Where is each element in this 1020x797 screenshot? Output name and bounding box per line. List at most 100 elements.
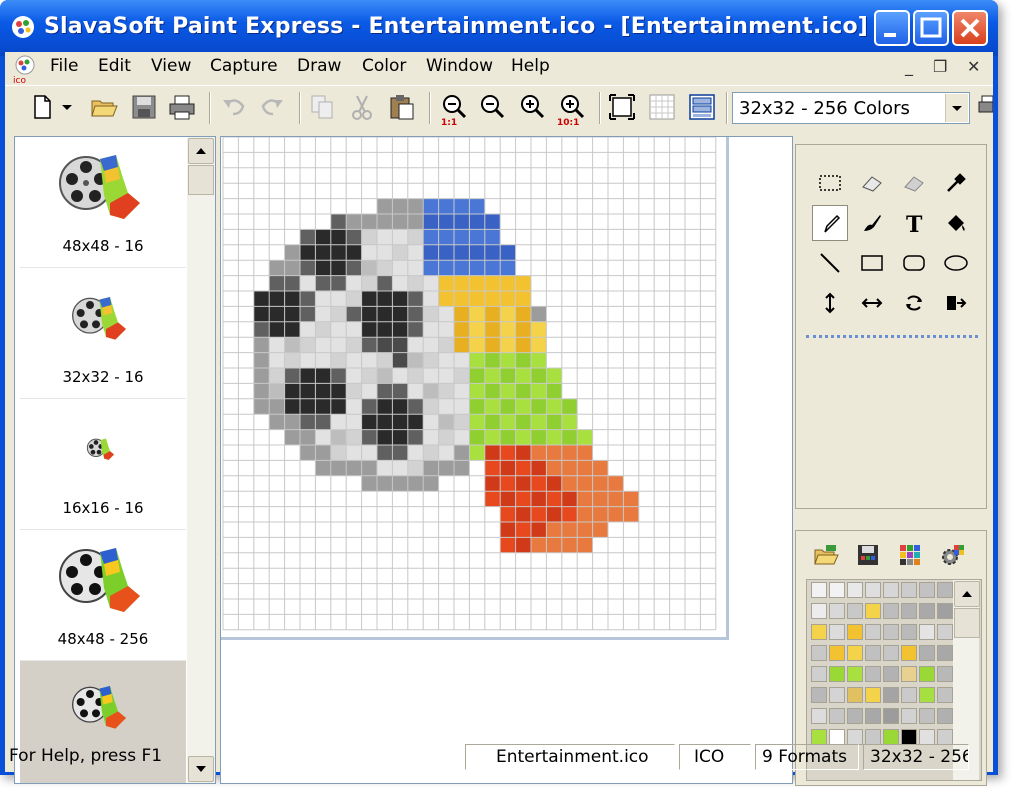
mdi-minimize-button[interactable]: _	[905, 57, 913, 76]
tool-fill[interactable]	[938, 205, 974, 241]
palette-swatch[interactable]	[829, 582, 845, 598]
palette-swatch[interactable]	[883, 708, 899, 724]
palette-swatch[interactable]	[829, 708, 845, 724]
dropdown-arrow-icon[interactable]	[59, 92, 75, 122]
palette-swatch[interactable]	[919, 624, 935, 640]
palette-swatch[interactable]	[847, 624, 863, 640]
format-combo-dropdown-button[interactable]	[945, 94, 968, 122]
palette-swatch[interactable]	[901, 582, 917, 598]
palette-swatch[interactable]	[847, 708, 863, 724]
palette-swatch[interactable]	[901, 708, 917, 724]
palette-grid-icon[interactable]	[896, 541, 924, 569]
menu-help[interactable]: Help	[511, 56, 550, 76]
tool-pencil[interactable]	[812, 205, 848, 241]
copy-icon[interactable]	[307, 92, 337, 122]
tool-line[interactable]	[812, 245, 848, 281]
palette-swatch[interactable]	[937, 624, 953, 640]
palette-swatch[interactable]	[919, 666, 935, 682]
tool-eyedropper[interactable]	[938, 165, 974, 201]
palette-swatch[interactable]	[919, 687, 935, 703]
palette-swatch[interactable]	[865, 645, 881, 661]
palette-scroll-up-button[interactable]	[954, 581, 980, 607]
palette-swatch[interactable]	[811, 645, 827, 661]
redo-icon[interactable]	[257, 92, 287, 122]
palette-swatch[interactable]	[811, 666, 827, 682]
palette-swatch[interactable]	[865, 603, 881, 619]
palette-swatch[interactable]	[847, 582, 863, 598]
menu-edit[interactable]: Edit	[98, 56, 131, 76]
zoom-actual-icon[interactable]: 1:1	[439, 92, 469, 126]
palette-swatch[interactable]	[937, 603, 953, 619]
save-palette-icon[interactable]	[854, 541, 882, 569]
palette-swatch[interactable]	[919, 708, 935, 724]
undo-icon[interactable]	[219, 92, 249, 122]
zoom-10x-icon[interactable]: 10:1	[557, 92, 587, 126]
menu-draw[interactable]: Draw	[297, 56, 341, 76]
palette-swatch[interactable]	[811, 687, 827, 703]
tool-flip-vertical[interactable]	[812, 285, 848, 321]
format-item[interactable]: 48x48 - 16	[20, 137, 186, 268]
cut-icon[interactable]	[347, 92, 377, 122]
scroll-thumb[interactable]	[188, 165, 214, 195]
zoom-in-icon[interactable]	[517, 92, 547, 122]
palette-swatch[interactable]	[829, 603, 845, 619]
palette-swatch[interactable]	[865, 582, 881, 598]
palette-swatch[interactable]	[883, 603, 899, 619]
tool-brush[interactable]	[854, 205, 890, 241]
new-icon[interactable]	[27, 92, 57, 122]
palette-swatch[interactable]	[901, 603, 917, 619]
format-item[interactable]: 32x32 - 16	[20, 268, 186, 399]
palette-swatch[interactable]	[883, 582, 899, 598]
palette-swatch[interactable]	[883, 624, 899, 640]
menu-view[interactable]: View	[151, 56, 191, 76]
palette-swatch[interactable]	[811, 624, 827, 640]
tool-rectangle[interactable]	[854, 245, 890, 281]
palette-swatch[interactable]	[829, 687, 845, 703]
palette-swatch[interactable]	[919, 645, 935, 661]
palette-swatch[interactable]	[811, 603, 827, 619]
save-icon[interactable]	[129, 92, 159, 122]
palette-swatch[interactable]	[901, 687, 917, 703]
palette-swatch[interactable]	[937, 645, 953, 661]
document-ico-icon[interactable]: ico	[10, 54, 40, 84]
palette-swatch[interactable]	[829, 645, 845, 661]
tool-color-eraser[interactable]	[896, 165, 932, 201]
palette-swatch[interactable]	[865, 687, 881, 703]
palette-swatch[interactable]	[937, 708, 953, 724]
palette-swatch[interactable]	[811, 582, 827, 598]
title-bar[interactable]: SlavaSoft Paint Express - Entertainment.…	[0, 0, 998, 56]
menu-file[interactable]: File	[50, 56, 78, 76]
tool-text[interactable]: T	[896, 205, 932, 241]
palette-swatch[interactable]	[901, 666, 917, 682]
palette-swatch[interactable]	[937, 582, 953, 598]
fit-icon[interactable]	[607, 92, 637, 122]
palette-swatch[interactable]	[847, 666, 863, 682]
scroll-up-button[interactable]	[188, 138, 214, 164]
format-combo[interactable]: 32x32 - 256 Colors	[732, 92, 970, 124]
mdi-restore-button[interactable]: ❐	[933, 57, 947, 76]
tool-rect-select[interactable]	[812, 165, 848, 201]
palette-swatch[interactable]	[919, 582, 935, 598]
palette-swatch[interactable]	[847, 687, 863, 703]
menu-window[interactable]: Window	[426, 56, 493, 76]
palette-swatch[interactable]	[901, 624, 917, 640]
palette-swatch[interactable]	[883, 645, 899, 661]
palette-swatch[interactable]	[937, 666, 953, 682]
palette-swatch[interactable]	[811, 708, 827, 724]
format-list-scrollbar[interactable]	[187, 137, 215, 783]
print-icon[interactable]	[167, 92, 197, 122]
tool-flip-horizontal[interactable]	[854, 285, 890, 321]
tool-shift[interactable]	[938, 285, 974, 321]
toggle-panes-icon[interactable]	[687, 92, 717, 122]
menu-capture[interactable]: Capture	[210, 56, 278, 76]
tool-rounded-rect[interactable]	[896, 245, 932, 281]
zoom-out-icon[interactable]	[477, 92, 507, 122]
print-preview-icon[interactable]	[977, 92, 993, 122]
palette-swatch[interactable]	[829, 624, 845, 640]
palette-swatch[interactable]	[937, 687, 953, 703]
format-item[interactable]: 48x48 - 256	[20, 530, 186, 661]
palette-swatch[interactable]	[883, 666, 899, 682]
maximize-button[interactable]	[913, 10, 949, 46]
open-folder-icon[interactable]	[89, 92, 119, 122]
paste-icon[interactable]	[387, 92, 417, 122]
